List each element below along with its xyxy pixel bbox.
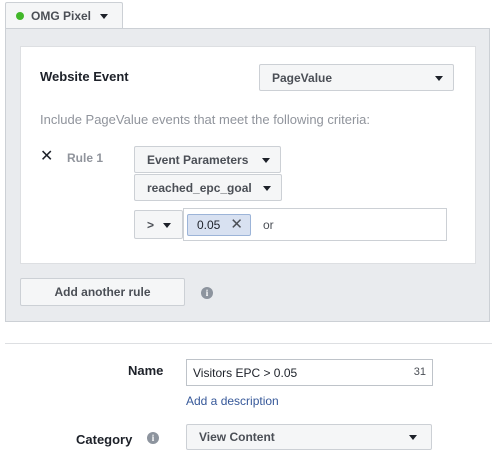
operator-value: > [147,217,155,232]
pixel-status-dot [16,12,24,20]
pixel-selector[interactable]: OMG Pixel [5,2,123,29]
name-label: Name [128,363,164,378]
website-event-label: Website Event [40,69,129,84]
category-label: Category [76,432,133,447]
divider [5,343,492,344]
add-rule-button[interactable]: Add another rule [20,278,185,306]
add-rule-label: Add another rule [54,285,151,299]
website-event-value: PageValue [272,70,333,85]
website-event-select[interactable]: PageValue [259,64,454,91]
category-value: View Content [199,430,275,444]
info-icon[interactable]: i [147,432,159,444]
add-description-link[interactable]: Add a description [186,394,279,408]
chevron-down-icon [262,158,270,163]
criteria-text: Include PageValue events that meet the f… [40,112,371,127]
parameter-type-value: Event Parameters [147,152,249,167]
chevron-down-icon [100,13,109,19]
value-token: 0.05 ✕ [187,214,251,236]
parameter-type-select[interactable]: Event Parameters [134,146,281,173]
chevron-down-icon [163,223,171,228]
chevron-down-icon [409,435,417,440]
operator-select[interactable]: > [134,210,183,239]
parameter-name-select[interactable]: reached_epc_goal [134,174,282,201]
info-icon[interactable]: i [201,287,213,299]
remove-token-icon[interactable]: ✕ [230,217,243,233]
name-field[interactable]: Visitors EPC > 0.05 31 [186,359,433,386]
value-input[interactable]: 0.05 ✕ or [183,208,447,241]
pixel-name: OMG Pixel [31,9,92,23]
parameter-name-value: reached_epc_goal [147,180,252,195]
close-icon[interactable]: ✕ [40,149,53,165]
or-text: or [263,218,274,232]
char-counter: 31 [413,366,426,378]
chevron-down-icon [435,76,443,81]
value-token-text: 0.05 [197,218,221,232]
category-select[interactable]: View Content [186,424,432,450]
rule-label: Rule 1 [67,151,104,165]
chevron-down-icon [263,186,271,191]
name-field-value: Visitors EPC > 0.05 [193,365,298,380]
